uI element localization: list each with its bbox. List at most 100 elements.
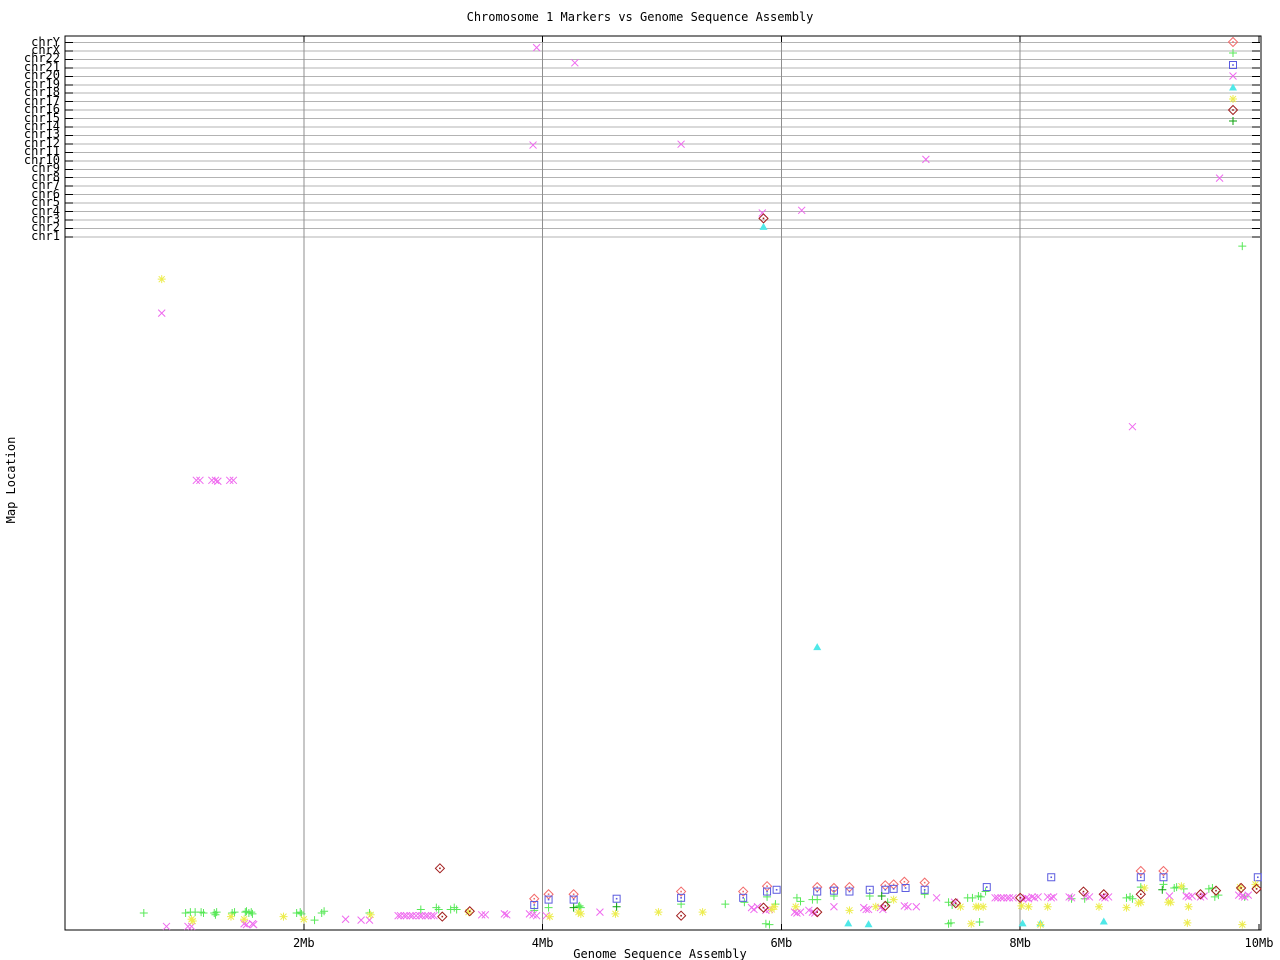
data-point xyxy=(182,909,190,917)
data-point xyxy=(214,478,221,485)
diamond-dot-legend-marker-icon xyxy=(1227,104,1239,116)
data-point xyxy=(654,908,662,916)
data-point xyxy=(1251,880,1259,888)
data-point xyxy=(1137,898,1145,906)
data-point xyxy=(792,903,800,911)
data-point xyxy=(570,896,577,903)
data-point xyxy=(813,896,821,904)
data-point xyxy=(358,917,365,924)
data-point xyxy=(830,903,837,910)
data-point xyxy=(193,477,200,484)
plot-frame xyxy=(65,36,1261,930)
data-point xyxy=(530,142,537,149)
chromosome-marker-chart: Chromosome 1 Markers vs Genome Sequence … xyxy=(0,0,1280,960)
data-point xyxy=(545,896,552,903)
data-point xyxy=(759,223,767,230)
data-point xyxy=(976,918,984,926)
data-point xyxy=(983,884,990,891)
axis-ticks xyxy=(65,36,1260,930)
data-point xyxy=(613,903,621,911)
data-point xyxy=(699,908,707,916)
data-point xyxy=(342,916,349,923)
data-point xyxy=(1122,904,1130,912)
data-point xyxy=(933,894,940,901)
data-point xyxy=(501,910,508,917)
data-point xyxy=(158,275,166,283)
data-point xyxy=(413,912,420,919)
data-point xyxy=(830,892,838,900)
data-point xyxy=(1017,902,1025,910)
data-point xyxy=(596,909,603,916)
data-point xyxy=(1183,893,1190,900)
data-point xyxy=(967,920,975,928)
x-tick-label: 4Mb xyxy=(513,936,573,950)
data-point xyxy=(435,864,444,873)
data-point xyxy=(763,893,771,901)
data-point xyxy=(721,900,729,908)
data-point xyxy=(1166,893,1173,900)
data-point xyxy=(546,913,554,921)
star-legend-marker-icon xyxy=(1227,93,1239,105)
data-point xyxy=(1177,882,1185,890)
data-point xyxy=(1050,893,1057,900)
data-point xyxy=(890,896,898,904)
data-point xyxy=(1129,423,1136,430)
data-point xyxy=(533,44,540,51)
data-point xyxy=(677,911,686,920)
data-point xyxy=(577,910,585,918)
data-point xyxy=(872,903,880,911)
data-point xyxy=(367,911,375,919)
data-point xyxy=(189,917,197,925)
data-point xyxy=(140,909,148,917)
data-point xyxy=(296,908,304,916)
data-point xyxy=(1167,898,1175,906)
data-point xyxy=(979,903,987,911)
data-point xyxy=(845,906,853,914)
data-point xyxy=(1044,903,1052,911)
data-point xyxy=(1036,921,1044,929)
data-point xyxy=(280,913,288,921)
data-point xyxy=(770,903,778,911)
data-point xyxy=(1100,918,1108,925)
data-point xyxy=(1048,874,1055,881)
data-point xyxy=(545,904,553,912)
data-point xyxy=(922,156,929,163)
data-point xyxy=(240,915,248,923)
data-point xyxy=(417,905,425,913)
data-point xyxy=(750,906,757,913)
data-point xyxy=(230,477,237,484)
data-point xyxy=(773,886,780,893)
data-point xyxy=(879,906,886,913)
data-point xyxy=(188,923,195,930)
data-point xyxy=(968,894,976,902)
data-point xyxy=(1185,903,1193,911)
cross-legend-marker-icon xyxy=(1227,70,1239,82)
plus-legend-marker-icon xyxy=(1227,47,1239,59)
data-point xyxy=(478,911,485,918)
plus-legend-marker-icon xyxy=(1227,115,1239,127)
data-point xyxy=(765,921,773,929)
data-point xyxy=(482,911,489,918)
square-dot-legend-marker-icon xyxy=(1227,59,1239,71)
data-point xyxy=(1122,894,1130,902)
data-point xyxy=(865,920,873,927)
y-tick-label: chr1 xyxy=(2,232,60,241)
data-point xyxy=(613,895,620,902)
data-point xyxy=(227,913,235,921)
data-point xyxy=(1158,886,1166,894)
data-point xyxy=(503,911,510,918)
data-point xyxy=(793,894,801,902)
data-point xyxy=(920,878,929,887)
x-tick-label: 2Mb xyxy=(274,936,334,950)
data-point xyxy=(571,59,578,66)
gridlines xyxy=(66,37,1260,929)
data-point xyxy=(438,912,447,921)
data-point xyxy=(366,917,373,924)
x-tick-label: 10Mb xyxy=(1229,936,1280,950)
data-point xyxy=(1254,874,1261,881)
data-point xyxy=(791,909,798,916)
data-point xyxy=(1205,885,1213,893)
x-tick-label: 6Mb xyxy=(751,936,811,950)
data-point xyxy=(158,310,165,317)
triangle-legend-marker-icon xyxy=(1227,81,1239,93)
